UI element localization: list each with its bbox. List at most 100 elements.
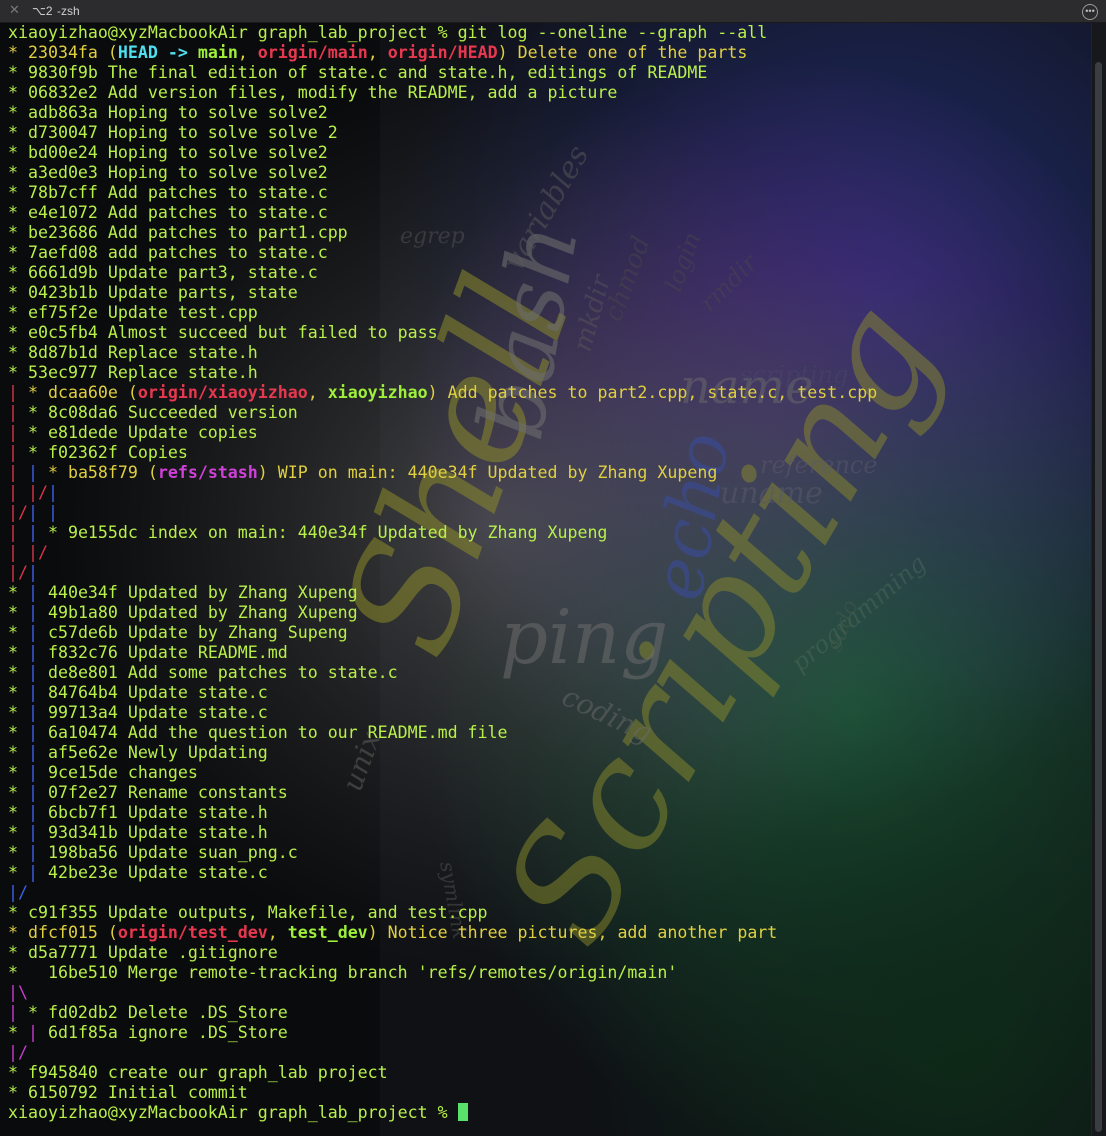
log-line: * | 198ba56 Update suan_png.c — [8, 843, 1088, 863]
log-text-segment: * 0423b1b Update parts, state — [8, 283, 298, 302]
log-line: * 0423b1b Update parts, state — [8, 283, 1088, 303]
log-text-segment: 49b1a80 Updated by Zhang Xupeng — [47, 603, 358, 622]
log-line: * 7aefd08 add patches to state.c — [8, 243, 1088, 263]
log-line: | | * ba58f79 (refs/stash) WIP on main: … — [8, 463, 1088, 483]
log-text-segment: | — [8, 383, 28, 402]
log-line: | * 8c08da6 Succeeded version — [8, 403, 1088, 423]
log-text-segment: | — [27, 643, 48, 662]
log-text-segment: * dcaa60e ( — [27, 383, 138, 402]
log-text-segment: c57de6b Update by Zhang Supeng — [47, 623, 348, 642]
log-text-segment: |/ — [27, 543, 48, 562]
log-text-segment: | — [27, 743, 48, 762]
log-text-segment: | — [27, 623, 48, 642]
log-text-segment: * f945840 create our graph_lab project — [8, 1063, 388, 1082]
log-text-segment: * be23686 Add patches to part1.cpp — [8, 223, 348, 242]
log-line: * a3ed0e3 Hoping to solve solve2 — [8, 163, 1088, 183]
log-line: * | 42be23e Update state.c — [8, 863, 1088, 883]
log-text-segment: origin/test_dev — [117, 923, 268, 942]
log-text-segment: | — [8, 523, 28, 542]
log-text-segment: |\ — [8, 983, 28, 1002]
log-text-segment: * — [8, 663, 28, 682]
log-text-segment: | — [27, 723, 48, 742]
command-line: xiaoyizhao@xyzMacbookAir graph_lab_proje… — [8, 23, 1088, 43]
log-text-segment: * — [8, 823, 28, 842]
log-line: * dfcf015 (origin/test_dev, test_dev) No… — [8, 923, 1088, 943]
log-text-segment: af5e62e Newly Updating — [47, 743, 268, 762]
log-line: * 06832e2 Add version files, modify the … — [8, 83, 1088, 103]
log-text-segment: 6d1f85a ignore .DS_Store — [47, 1023, 288, 1042]
log-text-segment: * e4e1072 Add patches to state.c — [8, 203, 328, 222]
log-text-segment: | — [27, 843, 48, 862]
log-line: * | 6d1f85a ignore .DS_Store — [8, 1023, 1088, 1043]
log-text-segment: | — [27, 663, 48, 682]
log-text-segment: |/ — [8, 1043, 28, 1062]
log-line: |/ — [8, 1043, 1088, 1063]
log-text-segment: , — [267, 923, 288, 942]
log-line: * 6661d9b Update part3, state.c — [8, 263, 1088, 283]
log-text-segment: | — [27, 523, 48, 542]
log-line: * c91f355 Update outputs, Makefile, and … — [8, 903, 1088, 923]
log-text-segment: * 53ec977 Replace state.h — [8, 363, 258, 382]
scroll-thumb[interactable] — [1095, 62, 1102, 1132]
log-line: * | c57de6b Update by Zhang Supeng — [8, 623, 1088, 643]
log-text-segment: | — [27, 803, 48, 822]
log-line: | | * 9e155dc index on main: 440e34f Upd… — [8, 523, 1088, 543]
log-text-segment: origin/HEAD — [387, 43, 498, 62]
log-text-segment: | — [8, 543, 28, 562]
log-text-segment: |/ — [8, 563, 28, 582]
log-line: * 16be510 Merge remote-tracking branch '… — [8, 963, 1088, 983]
log-line: * bd00e24 Hoping to solve solve2 — [8, 143, 1088, 163]
log-text-segment: ) Notice three pictures, add another par… — [367, 923, 778, 942]
log-text-segment: | — [8, 443, 28, 462]
log-text-segment: 93d341b Update state.h — [47, 823, 268, 842]
log-text-segment: | — [8, 403, 28, 422]
log-text-segment: 07f2e27 Rename constants — [47, 783, 288, 802]
log-text-segment: xiaoyizhao — [327, 383, 428, 402]
log-text-segment: * d5a7771 Update .gitignore — [8, 943, 278, 962]
close-tab-icon[interactable]: ✕ — [9, 2, 20, 18]
log-text-segment: * 16be510 Merge remote-tracking branch '… — [8, 963, 678, 982]
ellipsis-icon[interactable]: ••• — [1082, 4, 1098, 20]
log-line: * 53ec977 Replace state.h — [8, 363, 1088, 383]
log-text-segment: * — [8, 643, 28, 662]
log-text-segment: 6a10474 Add the question to our README.m… — [47, 723, 508, 742]
scrollbar[interactable] — [1091, 23, 1106, 1136]
prompt-line[interactable]: xiaoyizhao@xyzMacbookAir graph_lab_proje… — [8, 1103, 1088, 1123]
log-text-segment: test_dev — [287, 923, 368, 942]
log-text-segment: * — [8, 703, 28, 722]
log-line: * | f832c76 Update README.md — [8, 643, 1088, 663]
log-line: * f945840 create our graph_lab project — [8, 1063, 1088, 1083]
log-text-segment: * dfcf015 ( — [8, 923, 118, 942]
log-text-segment: * e81dede Update copies — [27, 423, 258, 442]
log-text-segment: * — [8, 1023, 28, 1042]
tab-title[interactable]: -zsh — [57, 4, 80, 18]
log-line: * ef75f2e Update test.cpp — [8, 303, 1088, 323]
log-text-segment: * — [8, 603, 28, 622]
log-text-segment: |/ — [8, 883, 28, 902]
log-text-segment: 440e34f Updated by Zhang Xupeng — [47, 583, 358, 602]
log-text-segment: * 9830f9b The final edition of state.c a… — [8, 63, 708, 82]
log-text-segment: | — [27, 583, 48, 602]
log-text-segment: * 78b7cff Add patches to state.c — [8, 183, 328, 202]
log-text-segment: * 7aefd08 add patches to state.c — [8, 243, 328, 262]
log-text-segment: | — [8, 423, 28, 442]
log-line: * | 6a10474 Add the question to our READ… — [8, 723, 1088, 743]
log-text-segment: HEAD -> — [117, 43, 198, 62]
log-text-segment: | — [27, 763, 48, 782]
log-line: * 23034fa (HEAD -> main, origin/main, or… — [8, 43, 1088, 63]
log-line: |/| | — [8, 503, 1088, 523]
log-line: * | 07f2e27 Rename constants — [8, 783, 1088, 803]
log-text-segment: | — [8, 463, 28, 482]
log-text-segment: * bd00e24 Hoping to solve solve2 — [8, 143, 328, 162]
terminal-output[interactable]: xiaoyizhao@xyzMacbookAir graph_lab_proje… — [8, 23, 1088, 1123]
log-text-segment: | — [27, 1023, 48, 1042]
log-text-segment: | — [27, 783, 48, 802]
log-line: | * fd02db2 Delete .DS_Store — [8, 1003, 1088, 1023]
log-text-segment: | — [27, 463, 48, 482]
log-text-segment: 42be23e Update state.c — [47, 863, 268, 882]
shell-prompt: xiaoyizhao@xyzMacbookAir graph_lab_proje… — [8, 1103, 458, 1122]
log-line: |\ — [8, 983, 1088, 1003]
log-line: | |/| — [8, 483, 1088, 503]
log-text-segment: | — [27, 503, 48, 522]
log-text-segment: ) Add patches to part2.cpp, state.c, tes… — [427, 383, 878, 402]
